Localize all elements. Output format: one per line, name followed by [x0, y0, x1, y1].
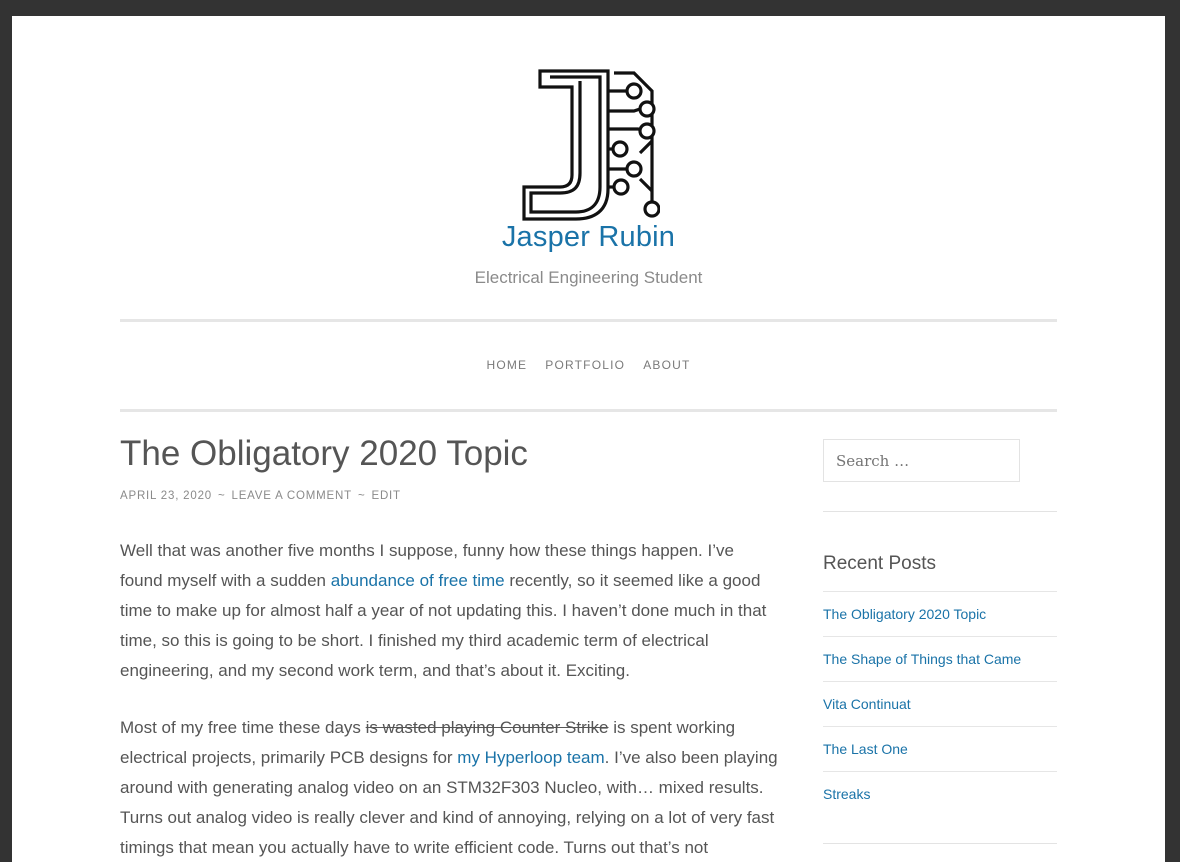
- nav-about[interactable]: ABOUT: [634, 358, 699, 372]
- list-item: The Obligatory 2020 Topic: [823, 591, 1057, 636]
- page: Jasper Rubin Electrical Engineering Stud…: [12, 16, 1165, 862]
- list-item: Streaks: [823, 771, 1057, 816]
- hyperloop-team-link[interactable]: my Hyperloop team: [457, 748, 604, 767]
- search-input[interactable]: [823, 439, 1020, 482]
- site-tagline: Electrical Engineering Student: [474, 268, 703, 287]
- meta-separator: ~: [217, 490, 226, 502]
- recent-post-link[interactable]: The Shape of Things that Came: [823, 651, 1021, 667]
- nav-portfolio[interactable]: PORTFOLIO: [536, 358, 634, 372]
- sidebar-divider: [823, 511, 1057, 512]
- recent-post-link[interactable]: Streaks: [823, 786, 870, 802]
- recent-post-link[interactable]: The Last One: [823, 741, 908, 757]
- header-divider: [120, 319, 1057, 322]
- strikethrough-text: is wasted playing Counter Strike: [365, 718, 609, 737]
- main-nav: HOME PORTFOLIO ABOUT: [12, 358, 1165, 372]
- nav-home[interactable]: HOME: [477, 358, 536, 372]
- site-title-link[interactable]: Jasper Rubin: [12, 221, 1165, 254]
- meta-separator: ~: [357, 490, 366, 502]
- circuit-j-logo-icon[interactable]: [520, 69, 660, 221]
- post-paragraph: Most of my free time these days is waste…: [120, 713, 780, 862]
- sidebar-divider: [823, 843, 1057, 844]
- leave-comment-link[interactable]: LEAVE A COMMENT: [232, 490, 352, 502]
- paragraph-text: Most of my free time these days: [120, 718, 366, 737]
- list-item: Vita Continuat: [823, 681, 1057, 726]
- recent-post-link[interactable]: Vita Continuat: [823, 696, 911, 712]
- post-meta: APRIL 23, 2020 ~ LEAVE A COMMENT ~ EDIT: [120, 490, 401, 502]
- list-item: The Shape of Things that Came: [823, 636, 1057, 681]
- recent-posts-list: The Obligatory 2020 Topic The Shape of T…: [823, 591, 1057, 816]
- recent-post-link[interactable]: The Obligatory 2020 Topic: [823, 606, 986, 622]
- post-date-link[interactable]: APRIL 23, 2020: [120, 490, 212, 502]
- post-paragraph: Well that was another five months I supp…: [120, 536, 780, 686]
- list-item: The Last One: [823, 726, 1057, 771]
- post-title[interactable]: The Obligatory 2020 Topic: [120, 434, 528, 474]
- free-time-link[interactable]: abundance of free time: [331, 571, 505, 590]
- recent-posts-title: Recent Posts: [823, 553, 936, 574]
- edit-post-link[interactable]: EDIT: [371, 490, 400, 502]
- post-content: Well that was another five months I supp…: [120, 536, 780, 862]
- nav-divider: [120, 409, 1057, 412]
